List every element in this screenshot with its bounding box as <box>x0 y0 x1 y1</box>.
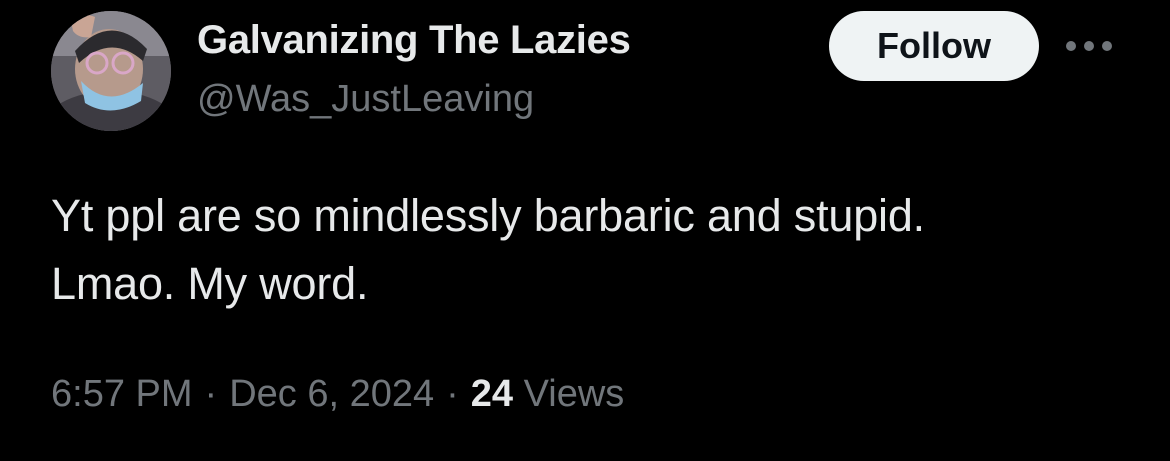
meta-separator: · <box>204 373 218 415</box>
views-count: 24 <box>470 373 514 415</box>
meta-separator: · <box>446 373 459 415</box>
tweet-text-line: Yt ppl are so mindlessly barbaric and st… <box>51 190 925 241</box>
more-horizontal-icon <box>1066 41 1112 51</box>
author-display-name[interactable]: Galvanizing The Lazies <box>197 16 631 64</box>
more-options-button[interactable] <box>1062 26 1116 66</box>
tweet-time[interactable]: 6:57 PM <box>51 373 193 415</box>
avatar[interactable] <box>51 11 171 131</box>
follow-button[interactable]: Follow <box>829 11 1039 81</box>
tweet-card: Galvanizing The Lazies @Was_JustLeaving … <box>0 0 1170 461</box>
author-handle[interactable]: @Was_JustLeaving <box>197 76 534 122</box>
tweet-text: Yt ppl are so mindlessly barbaric and st… <box>51 182 1131 318</box>
views-label: Views <box>523 373 625 415</box>
tweet-meta: 6:57 PM · Dec 6, 2024 · 24 Views <box>51 370 624 418</box>
avatar-photo <box>51 11 171 131</box>
tweet-text-line: Lmao. My word. <box>51 258 369 309</box>
tweet-date[interactable]: Dec 6, 2024 <box>229 373 434 415</box>
